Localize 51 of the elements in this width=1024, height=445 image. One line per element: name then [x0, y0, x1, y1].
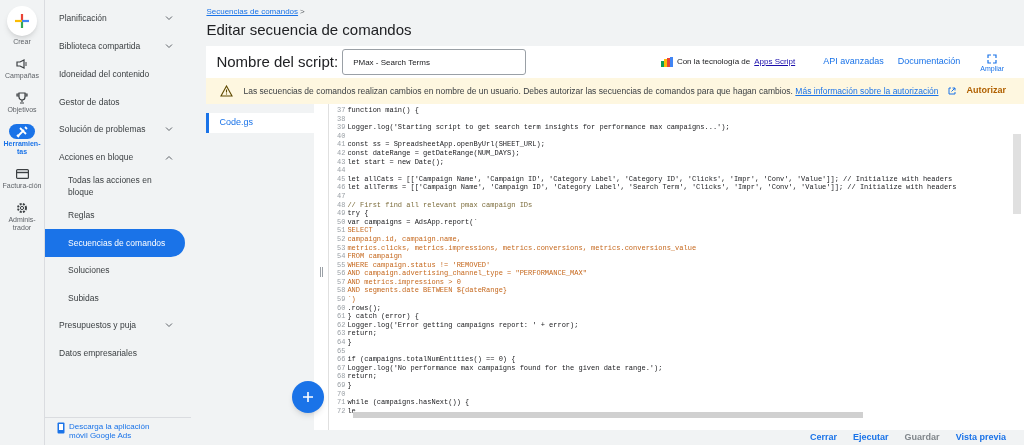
header-link[interactable]: Documentación: [897, 55, 961, 69]
external-link-icon: [948, 87, 957, 95]
nav-item[interactable]: Acciones en bloque: [45, 143, 192, 172]
file-tab[interactable]: Code.gs: [206, 112, 315, 133]
nav-subitem[interactable]: Subidas: [45, 284, 185, 312]
warning-icon: [220, 85, 234, 97]
fullscreen-icon[interactable]: [987, 53, 998, 64]
nav-item[interactable]: Idoneidad del contenido: [45, 60, 192, 89]
nav-subitem[interactable]: Todas las acciones en bloque: [45, 171, 185, 202]
phone-icon: [57, 422, 65, 434]
header-link[interactable]: API avanzadas: [823, 55, 884, 69]
breadcrumb-separator: >: [300, 6, 305, 18]
plus-icon: [15, 14, 29, 28]
breadcrumb-link[interactable]: Secuencias de comandos: [206, 6, 299, 18]
horizontal-scrollbar[interactable]: [353, 412, 864, 418]
trophy-icon: [16, 91, 28, 104]
splitter-handle[interactable]: [319, 267, 323, 277]
footer-button: Guardar: [904, 430, 940, 445]
nav-item[interactable]: Datos empresariales: [45, 339, 192, 368]
chevron-down-icon: [165, 44, 174, 50]
plus-icon: [302, 391, 314, 403]
apps-script-link[interactable]: Apps Script: [754, 56, 796, 68]
chevron-down-icon: [165, 16, 174, 22]
authorization-info-link[interactable]: Más información sobre la autorización: [795, 85, 939, 96]
footer-button[interactable]: Cerrar: [810, 430, 838, 445]
script-name-label: Nombre del script:: [216, 51, 339, 72]
footer-button[interactable]: Vista previa: [955, 430, 1006, 445]
vertical-scrollbar[interactable]: [1013, 134, 1021, 214]
nav-subitem[interactable]: Secuencias de comandos: [45, 228, 185, 257]
tools-icon: [16, 125, 28, 138]
chevron-up-icon: [165, 154, 174, 160]
authorize-button[interactable]: Autorizar: [966, 84, 1006, 98]
script-name-field[interactable]: PMax - Search Terms: [342, 49, 527, 75]
page-title: Editar secuencia de comandos: [206, 20, 413, 40]
warning-text: Las secuencias de comandos realizan cambios en nombre de un usuario. Debes autorizar las secuencias de comandos para que hagan cambios.: [243, 85, 793, 96]
nav-item[interactable]: Presupuestos y puja: [45, 311, 192, 340]
apps-script-logo-icon: [660, 57, 673, 67]
powered-by-text: Con la tecnología de: [676, 56, 751, 68]
settings-icon: [16, 201, 28, 214]
megaphone-icon: [16, 58, 28, 69]
credit-card-icon: [15, 168, 29, 179]
chevron-down-icon: [165, 127, 174, 133]
nav-item[interactable]: Gestor de datos: [45, 88, 192, 116]
nav-item[interactable]: Solución de problemas: [45, 115, 192, 144]
chevron-down-icon: [165, 323, 174, 329]
footer-button[interactable]: Ejecutar: [853, 430, 889, 445]
nav-item[interactable]: Planificación: [45, 5, 192, 33]
nav-subitem[interactable]: Reglas: [45, 201, 185, 229]
app-download-link[interactable]: Descarga la aplicación móvil Google Ads: [69, 422, 169, 440]
nav-subitem[interactable]: Soluciones: [45, 256, 185, 285]
nav-item[interactable]: Biblioteca compartida: [45, 32, 192, 61]
